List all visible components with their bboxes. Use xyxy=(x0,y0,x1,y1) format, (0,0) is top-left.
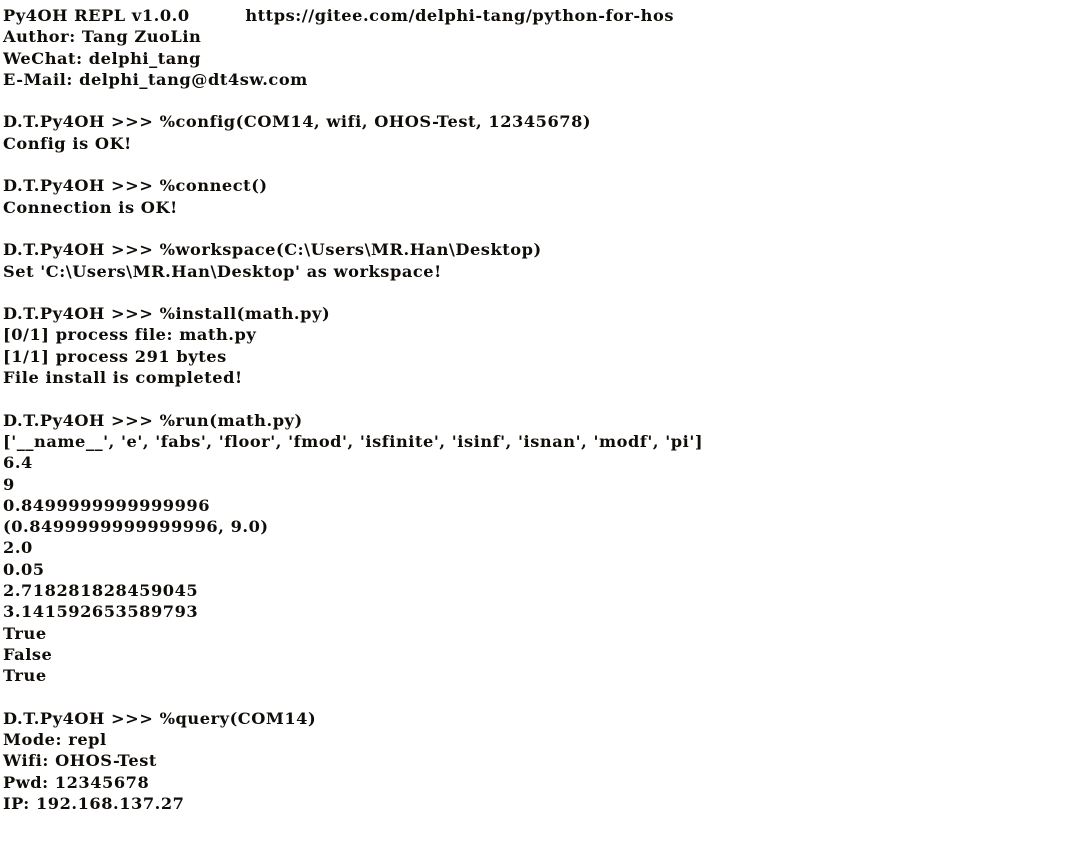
terminal-line: WeChat: delphi_tang xyxy=(3,48,201,68)
terminal-output-area: Py4OH REPL v1.0.0 https://gitee.com/delp… xyxy=(3,5,1080,814)
terminal-line: Py4OH REPL v1.0.0 https://gitee.com/delp… xyxy=(3,6,674,25)
terminal-line: D.T.Py4OH >>> %query(COM14) xyxy=(3,708,317,728)
terminal-line: D.T.Py4OH >>> %install(math.py) xyxy=(3,304,331,324)
terminal-line: Mode: repl xyxy=(3,730,107,750)
terminal-line: 2.718281828459045 xyxy=(3,581,199,601)
terminal-line: Config is OK! xyxy=(3,133,132,153)
terminal-line: 0.05 xyxy=(3,559,45,579)
terminal-line: E-Mail: delphi_tang@dt4sw.com xyxy=(3,69,308,89)
terminal-line: False xyxy=(3,644,53,664)
terminal-line: File install is completed! xyxy=(3,368,243,388)
terminal-line: (0.8499999999999996, 9.0) xyxy=(3,517,269,537)
terminal-line: ['__name__', 'e', 'fabs', 'floor', 'fmod… xyxy=(3,431,704,451)
terminal-line: 2.0 xyxy=(3,538,33,558)
terminal-line: IP: 192.168.137.27 xyxy=(3,793,185,813)
terminal-line: D.T.Py4OH >>> %connect() xyxy=(3,176,268,196)
terminal-line: [0/1] process file: math.py xyxy=(3,325,257,345)
terminal-line: D.T.Py4OH >>> %workspace(C:\Users\MR.Han… xyxy=(3,240,542,260)
terminal-line: 3.141592653589793 xyxy=(3,602,199,622)
terminal-line: Connection is OK! xyxy=(3,197,178,217)
terminal-line: [1/1] process 291 bytes xyxy=(3,346,227,366)
terminal-line: Set 'C:\Users\MR.Han\Desktop' as workspa… xyxy=(3,261,442,281)
terminal-console[interactable]: Py4OH REPL v1.0.0 https://gitee.com/delp… xyxy=(0,0,1080,856)
terminal-line: True xyxy=(3,623,47,643)
terminal-line: Wifi: OHOS-Test xyxy=(3,751,157,771)
terminal-line: Pwd: 12345678 xyxy=(3,772,150,792)
terminal-line: True xyxy=(3,666,47,686)
terminal-line: D.T.Py4OH >>> %run(math.py) xyxy=(3,410,303,430)
terminal-line: 0.8499999999999996 xyxy=(3,495,211,515)
terminal-line: 9 xyxy=(3,474,15,494)
terminal-line: D.T.Py4OH >>> %config(COM14, wifi, OHOS-… xyxy=(3,112,592,132)
terminal-line: 6.4 xyxy=(3,453,33,473)
terminal-line: Author: Tang ZuoLin xyxy=(3,27,202,47)
